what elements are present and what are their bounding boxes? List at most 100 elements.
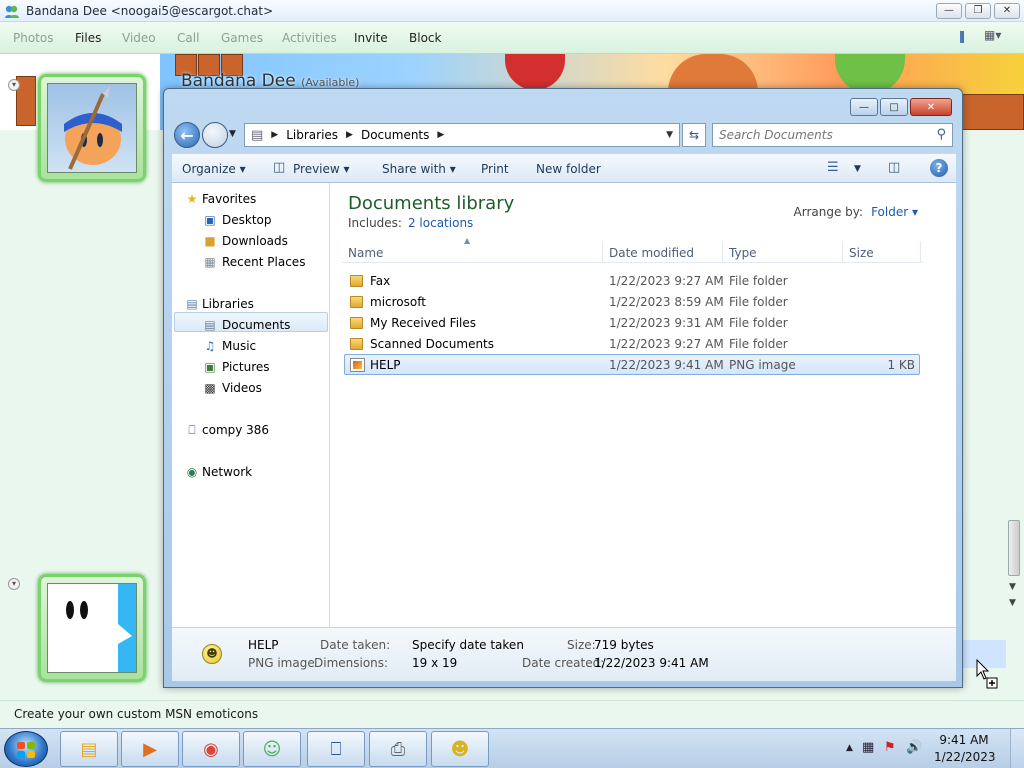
- msn-status-text[interactable]: Create your own custom MSN emoticons: [14, 707, 258, 721]
- taskbar-explorer-button[interactable]: ▤: [60, 731, 118, 767]
- view-options-dropdown-icon[interactable]: ▼: [854, 164, 861, 174]
- explorer-close-button[interactable]: ✕: [910, 98, 952, 116]
- msn-minimize-button[interactable]: —: [936, 3, 962, 19]
- recent-pages-dropdown-icon[interactable]: ▼: [229, 129, 236, 139]
- folder-icon: [350, 317, 363, 329]
- folder-icon: ▤: [251, 127, 264, 143]
- start-button[interactable]: [4, 731, 48, 767]
- favorites-star-icon: ★: [186, 192, 198, 206]
- taskbar-chrome-button[interactable]: ◉: [182, 731, 240, 767]
- share-with-button[interactable]: Share with ▾: [382, 162, 456, 176]
- folder-icon: [350, 275, 363, 287]
- print-button[interactable]: Print: [481, 162, 509, 176]
- taskbar-media-player-button[interactable]: ▶: [121, 731, 179, 767]
- breadcrumb-libraries[interactable]: Libraries: [286, 128, 338, 142]
- nav-downloads[interactable]: Downloads: [222, 234, 288, 248]
- detail-date-taken[interactable]: Specify date taken: [412, 638, 524, 652]
- menu-files[interactable]: Files: [75, 31, 101, 45]
- collapse-contact-avatar-button[interactable]: ▾: [8, 79, 20, 91]
- nav-libraries[interactable]: Libraries: [202, 297, 254, 311]
- column-date-modified[interactable]: Date modified: [609, 246, 694, 260]
- explorer-maximize-button[interactable]: □: [880, 98, 908, 116]
- file-row[interactable]: Scanned Documents 1/22/2023 9:27 AM File…: [344, 334, 920, 355]
- menu-video[interactable]: Video: [122, 31, 156, 45]
- breadcrumb-documents[interactable]: Documents: [361, 128, 429, 142]
- sort-ascending-icon: ▲: [464, 236, 471, 245]
- explorer-minimize-button[interactable]: —: [850, 98, 878, 116]
- column-name[interactable]: Name: [348, 246, 383, 260]
- library-locations-link[interactable]: 2 locations: [408, 216, 473, 230]
- action-center-icon[interactable]: ⚑: [884, 740, 896, 755]
- taskbar-remote-desktop-button[interactable]: ⎕: [307, 731, 365, 767]
- network-tray-icon[interactable]: ▦: [862, 740, 874, 755]
- back-button[interactable]: ←: [174, 122, 200, 148]
- search-box[interactable]: ⚲: [712, 123, 953, 147]
- breadcrumb-separator-icon[interactable]: ▶: [271, 130, 278, 140]
- scroll-down-arrow-icon[interactable]: ▼: [1009, 582, 1016, 592]
- address-bar[interactable]: ▤ ▶ Libraries ▶ Documents ▶ ▼: [244, 123, 680, 147]
- address-history-dropdown-icon[interactable]: ▼: [666, 130, 673, 140]
- pictures-icon: ▣: [204, 360, 216, 374]
- file-row[interactable]: My Received Files 1/22/2023 9:31 AM File…: [344, 313, 920, 334]
- new-folder-button[interactable]: New folder: [536, 162, 601, 176]
- nav-recent-places[interactable]: Recent Places: [222, 255, 305, 269]
- preview-button[interactable]: Preview ▾: [293, 162, 350, 176]
- contact-avatar[interactable]: [38, 74, 146, 182]
- menu-activities[interactable]: Activities: [282, 31, 337, 45]
- user-avatar[interactable]: [38, 574, 146, 682]
- nav-desktop[interactable]: Desktop: [222, 213, 272, 227]
- file-row-selected[interactable]: HELP 1/22/2023 9:41 AM PNG image 1 KB: [344, 354, 920, 375]
- organize-button[interactable]: Organize ▾: [182, 162, 246, 176]
- clock-date[interactable]: 1/22/2023: [934, 750, 996, 764]
- preview-pane-icon[interactable]: ◫: [888, 160, 900, 175]
- fax-scan-icon: ⎙: [390, 738, 406, 760]
- detail-file-name: HELP: [248, 638, 279, 652]
- msn-title-bar[interactable]: Bandana Dee <noogai5@escargot.chat> — ❐ …: [0, 0, 1024, 22]
- msn-history-scrollbar[interactable]: ▼ ▼: [1006, 130, 1022, 610]
- help-icon[interactable]: ?: [930, 159, 948, 177]
- volume-icon[interactable]: 🔊: [906, 740, 922, 755]
- layout-options-icon[interactable]: ▦▾: [984, 28, 1001, 42]
- arrange-by-dropdown[interactable]: Folder ▾: [871, 205, 918, 219]
- menu-call[interactable]: Call: [177, 31, 199, 45]
- column-type[interactable]: Type: [729, 246, 757, 260]
- nav-network[interactable]: Network: [202, 465, 252, 479]
- taskbar-fax-scan-button[interactable]: ⎙: [369, 731, 427, 767]
- breadcrumb-separator-icon[interactable]: ▶: [437, 130, 444, 140]
- refresh-button[interactable]: ⇆: [682, 123, 706, 147]
- nav-pictures[interactable]: Pictures: [222, 360, 270, 374]
- file-row[interactable]: microsoft 1/22/2023 8:59 AM File folder: [344, 292, 920, 313]
- taskbar-msn-messenger-button[interactable]: ☺: [243, 731, 301, 767]
- nav-music[interactable]: Music: [222, 339, 256, 353]
- change-view-icon[interactable]: ☰: [827, 160, 839, 175]
- taskbar-emoticon-button[interactable]: ☻: [431, 731, 489, 767]
- nav-computer[interactable]: compy 386: [202, 423, 269, 437]
- clock-time[interactable]: 9:41 AM: [934, 733, 994, 747]
- msn-restore-button[interactable]: ❐: [965, 3, 991, 19]
- pin-icon[interactable]: ❚: [957, 29, 967, 43]
- menu-block[interactable]: Block: [409, 31, 441, 45]
- show-desktop-button[interactable]: [1010, 729, 1024, 768]
- scrollbar-thumb[interactable]: [1008, 520, 1020, 576]
- character-decoration: [505, 54, 565, 90]
- file-row[interactable]: Fax 1/22/2023 9:27 AM File folder: [344, 271, 920, 292]
- breadcrumb-separator-icon[interactable]: ▶: [346, 130, 353, 140]
- scroll-end-icon[interactable]: ▼: [1009, 598, 1016, 608]
- search-input[interactable]: [719, 125, 919, 145]
- column-size[interactable]: Size: [849, 246, 874, 260]
- forward-button[interactable]: [202, 122, 228, 148]
- msn-logo-icon: [4, 3, 20, 19]
- detail-size: 719 bytes: [594, 638, 654, 652]
- menu-photos[interactable]: Photos: [13, 31, 53, 45]
- nav-favorites[interactable]: Favorites: [202, 192, 256, 206]
- menu-invite[interactable]: Invite: [354, 31, 388, 45]
- menu-games[interactable]: Games: [221, 31, 263, 45]
- show-hidden-icons-icon[interactable]: ▲: [846, 743, 853, 753]
- nav-documents[interactable]: Documents: [222, 318, 290, 332]
- detail-date-created: 1/22/2023 9:41 AM: [594, 656, 709, 670]
- desktop-icon: ▣: [204, 213, 216, 227]
- collapse-user-avatar-button[interactable]: ▾: [8, 578, 20, 590]
- msn-close-button[interactable]: ✕: [994, 3, 1020, 19]
- nav-videos[interactable]: Videos: [222, 381, 262, 395]
- search-icon[interactable]: ⚲: [936, 127, 946, 142]
